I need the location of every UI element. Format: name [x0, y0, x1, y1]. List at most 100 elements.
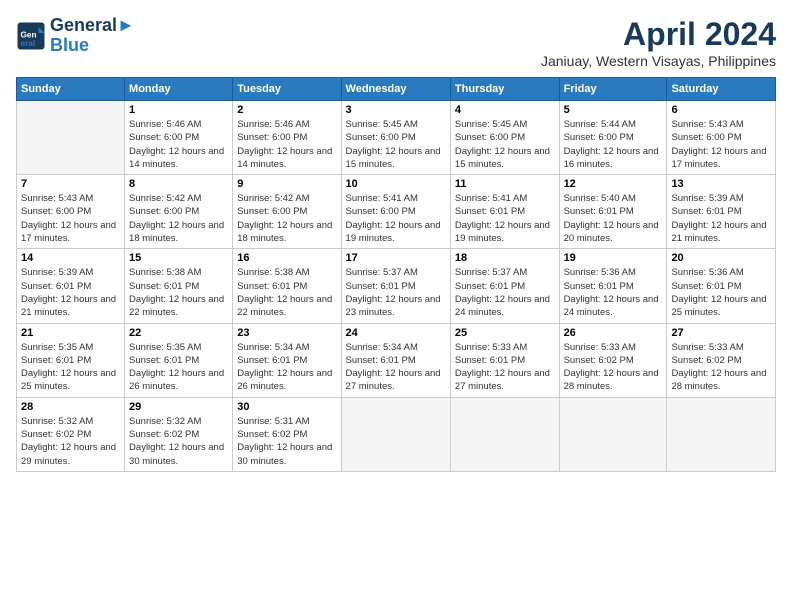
- day-number: 4: [455, 104, 555, 116]
- day-number: 21: [21, 327, 120, 339]
- col-sunday: Sunday: [17, 78, 125, 101]
- day-info: Sunrise: 5:35 AMSunset: 6:01 PMDaylight:…: [21, 341, 120, 394]
- day-info: Sunrise: 5:36 AMSunset: 6:01 PMDaylight:…: [564, 266, 663, 319]
- day-number: 13: [671, 178, 771, 190]
- day-info: Sunrise: 5:39 AMSunset: 6:01 PMDaylight:…: [21, 266, 120, 319]
- table-row: 26 Sunrise: 5:33 AMSunset: 6:02 PMDayligh…: [559, 323, 667, 397]
- day-number: 3: [346, 104, 446, 116]
- col-friday: Friday: [559, 78, 667, 101]
- day-info: Sunrise: 5:45 AMSunset: 6:00 PMDaylight:…: [346, 118, 446, 171]
- table-row: [17, 101, 125, 175]
- day-number: 30: [237, 401, 336, 413]
- col-thursday: Thursday: [450, 78, 559, 101]
- day-info: Sunrise: 5:33 AMSunset: 6:02 PMDaylight:…: [671, 341, 771, 394]
- day-info: Sunrise: 5:34 AMSunset: 6:01 PMDaylight:…: [237, 341, 336, 394]
- logo: Gen eral General► Blue: [16, 16, 135, 56]
- table-row: 21 Sunrise: 5:35 AMSunset: 6:01 PMDayligh…: [17, 323, 125, 397]
- day-info: Sunrise: 5:32 AMSunset: 6:02 PMDaylight:…: [129, 415, 228, 468]
- table-row: 8 Sunrise: 5:42 AMSunset: 6:00 PMDaylight…: [125, 175, 233, 249]
- table-row: 27Sunrise: 5:33 AMSunset: 6:02 PMDayligh…: [667, 323, 776, 397]
- table-row: 5Sunrise: 5:44 AMSunset: 6:00 PMDaylight…: [559, 101, 667, 175]
- day-number: 16: [237, 252, 336, 264]
- table-row: 25 Sunrise: 5:33 AMSunset: 6:01 PMDayligh…: [450, 323, 559, 397]
- calendar-week-row: 14Sunrise: 5:39 AMSunset: 6:01 PMDayligh…: [17, 249, 776, 323]
- day-number: 10: [346, 178, 446, 190]
- day-number: 9: [237, 178, 336, 190]
- table-row: [450, 397, 559, 471]
- day-number: 17: [346, 252, 446, 264]
- table-row: 13 Sunrise: 5:39 AMSunset: 6:01 PMDayligh…: [667, 175, 776, 249]
- day-number: 1: [129, 104, 228, 116]
- col-wednesday: Wednesday: [341, 78, 450, 101]
- day-info: Sunrise: 5:41 AMSunset: 6:00 PMDaylight:…: [346, 192, 446, 245]
- day-number: 23: [237, 327, 336, 339]
- day-number: 20: [671, 252, 771, 264]
- calendar-header-row: Sunday Monday Tuesday Wednesday Thursday…: [17, 78, 776, 101]
- day-number: 2: [237, 104, 336, 116]
- table-row: 6 Sunrise: 5:43 AMSunset: 6:00 PMDaylight…: [667, 101, 776, 175]
- table-row: 10 Sunrise: 5:41 AMSunset: 6:00 PMDayligh…: [341, 175, 450, 249]
- table-row: 19 Sunrise: 5:36 AMSunset: 6:01 PMDayligh…: [559, 249, 667, 323]
- day-info: Sunrise: 5:40 AMSunset: 6:01 PMDaylight:…: [564, 192, 663, 245]
- day-info: Sunrise: 5:32 AMSunset: 6:02 PMDaylight:…: [21, 415, 120, 468]
- table-row: 9 Sunrise: 5:42 AMSunset: 6:00 PMDaylight…: [233, 175, 341, 249]
- day-info: Sunrise: 5:36 AMSunset: 6:01 PMDaylight:…: [671, 266, 771, 319]
- table-row: 7 Sunrise: 5:43 AMSunset: 6:00 PMDaylight…: [17, 175, 125, 249]
- day-info: Sunrise: 5:38 AMSunset: 6:01 PMDaylight:…: [129, 266, 228, 319]
- day-info: Sunrise: 5:42 AMSunset: 6:00 PMDaylight:…: [237, 192, 336, 245]
- table-row: 11 Sunrise: 5:41 AMSunset: 6:01 PMDayligh…: [450, 175, 559, 249]
- day-info: Sunrise: 5:43 AMSunset: 6:00 PMDaylight:…: [21, 192, 120, 245]
- table-row: 20 Sunrise: 5:36 AMSunset: 6:01 PMDayligh…: [667, 249, 776, 323]
- day-info: Sunrise: 5:37 AMSunset: 6:01 PMDaylight:…: [455, 266, 555, 319]
- table-row: 1 Sunrise: 5:46 AMSunset: 6:00 PMDaylight…: [125, 101, 233, 175]
- month-year-title: April 2024: [541, 16, 776, 53]
- table-row: 24Sunrise: 5:34 AMSunset: 6:01 PMDayligh…: [341, 323, 450, 397]
- logo-text-line2: Blue: [50, 36, 135, 56]
- table-row: [667, 397, 776, 471]
- table-row: 29 Sunrise: 5:32 AMSunset: 6:02 PMDayligh…: [125, 397, 233, 471]
- day-info: Sunrise: 5:42 AMSunset: 6:00 PMDaylight:…: [129, 192, 228, 245]
- title-block: April 2024 Janiuay, Western Visayas, Phi…: [541, 16, 776, 69]
- table-row: 18 Sunrise: 5:37 AMSunset: 6:01 PMDayligh…: [450, 249, 559, 323]
- logo-text-line1: General►: [50, 16, 135, 36]
- day-number: 18: [455, 252, 555, 264]
- day-info: Sunrise: 5:39 AMSunset: 6:01 PMDaylight:…: [671, 192, 771, 245]
- day-info: Sunrise: 5:37 AMSunset: 6:01 PMDaylight:…: [346, 266, 446, 319]
- day-number: 7: [21, 178, 120, 190]
- table-row: 30 Sunrise: 5:31 AMSunset: 6:02 PMDayligh…: [233, 397, 341, 471]
- day-info: Sunrise: 5:38 AMSunset: 6:01 PMDaylight:…: [237, 266, 336, 319]
- day-info: Sunrise: 5:46 AMSunset: 6:00 PMDaylight:…: [237, 118, 336, 171]
- day-number: 19: [564, 252, 663, 264]
- day-info: Sunrise: 5:41 AMSunset: 6:01 PMDaylight:…: [455, 192, 555, 245]
- logo-icon: Gen eral: [16, 21, 46, 51]
- table-row: 22 Sunrise: 5:35 AMSunset: 6:01 PMDayligh…: [125, 323, 233, 397]
- table-row: 16 Sunrise: 5:38 AMSunset: 6:01 PMDayligh…: [233, 249, 341, 323]
- day-number: 28: [21, 401, 120, 413]
- day-info: Sunrise: 5:33 AMSunset: 6:01 PMDaylight:…: [455, 341, 555, 394]
- day-number: 24: [346, 327, 446, 339]
- day-number: 6: [671, 104, 771, 116]
- col-tuesday: Tuesday: [233, 78, 341, 101]
- day-info: Sunrise: 5:43 AMSunset: 6:00 PMDaylight:…: [671, 118, 771, 171]
- day-number: 8: [129, 178, 228, 190]
- table-row: 3 Sunrise: 5:45 AMSunset: 6:00 PMDaylight…: [341, 101, 450, 175]
- day-info: Sunrise: 5:31 AMSunset: 6:02 PMDaylight:…: [237, 415, 336, 468]
- table-row: 2 Sunrise: 5:46 AMSunset: 6:00 PMDaylight…: [233, 101, 341, 175]
- day-number: 22: [129, 327, 228, 339]
- day-number: 5: [564, 104, 663, 116]
- table-row: 17 Sunrise: 5:37 AMSunset: 6:01 PMDayligh…: [341, 249, 450, 323]
- day-info: Sunrise: 5:45 AMSunset: 6:00 PMDaylight:…: [455, 118, 555, 171]
- day-number: 12: [564, 178, 663, 190]
- day-info: Sunrise: 5:46 AMSunset: 6:00 PMDaylight:…: [129, 118, 228, 171]
- day-number: 26: [564, 327, 663, 339]
- table-row: 28 Sunrise: 5:32 AMSunset: 6:02 PMDayligh…: [17, 397, 125, 471]
- day-number: 25: [455, 327, 555, 339]
- day-number: 29: [129, 401, 228, 413]
- table-row: 14Sunrise: 5:39 AMSunset: 6:01 PMDayligh…: [17, 249, 125, 323]
- col-saturday: Saturday: [667, 78, 776, 101]
- col-monday: Monday: [125, 78, 233, 101]
- day-info: Sunrise: 5:35 AMSunset: 6:01 PMDaylight:…: [129, 341, 228, 394]
- table-row: [341, 397, 450, 471]
- day-info: Sunrise: 5:33 AMSunset: 6:02 PMDaylight:…: [564, 341, 663, 394]
- day-number: 11: [455, 178, 555, 190]
